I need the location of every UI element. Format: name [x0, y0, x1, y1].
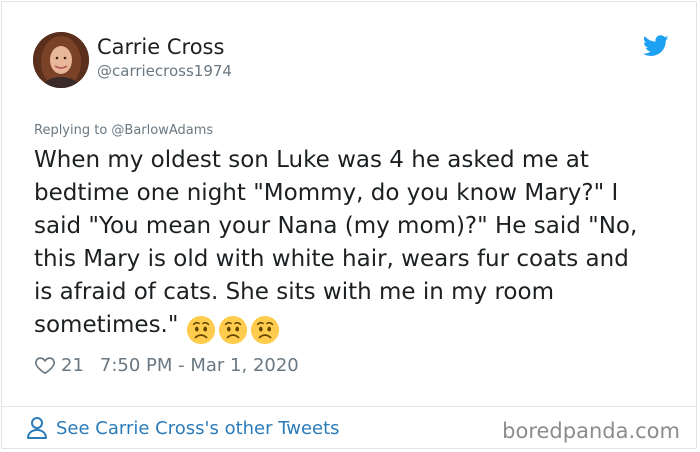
like-count[interactable]: 21 — [61, 355, 84, 376]
tweet-text-last: sometimes." — [34, 312, 179, 338]
tweet-text-line: this Mary is old with white hair, wears … — [34, 246, 629, 272]
emoji-group — [186, 313, 282, 346]
tweet-text-line: When my oldest son Luke was 4 he asked m… — [34, 147, 589, 173]
person-icon — [27, 417, 47, 439]
tweet-text-line: sometimes." — [34, 309, 674, 346]
tweet-text: When my oldest son Luke was 4 he asked m… — [34, 144, 674, 346]
divider — [2, 406, 696, 407]
author-name[interactable]: Carrie Cross — [97, 35, 224, 59]
avatar[interactable] — [33, 32, 89, 88]
worried-face-icon — [219, 315, 248, 344]
worried-face-icon — [251, 315, 280, 344]
see-other-tweets-link[interactable]: See Carrie Cross's other Tweets — [26, 416, 340, 440]
tweet-text-line: said "You mean your Nana (my mom)?" He s… — [34, 213, 638, 239]
worried-face-icon — [187, 315, 216, 344]
timestamp[interactable]: 7:50 PM - Mar 1, 2020 — [100, 355, 299, 376]
tweet-meta: 21 7:50 PM - Mar 1, 2020 — [34, 354, 299, 376]
twitter-bird-icon[interactable] — [643, 35, 669, 57]
tweet-card: Carrie Cross @carriecross1974 Replying t… — [1, 1, 697, 449]
tweet-text-line: bedtime one night "Mommy, do you know Ma… — [34, 180, 619, 206]
tweet-text-line: is afraid of cats. She sits with me in m… — [34, 279, 554, 305]
author-handle[interactable]: @carriecross1974 — [97, 62, 232, 80]
replying-to[interactable]: Replying to @BarlowAdams — [34, 123, 213, 138]
watermark-logo: boredpanda.com — [502, 419, 680, 443]
heart-icon[interactable] — [34, 354, 56, 376]
see-other-tweets-label[interactable]: See Carrie Cross's other Tweets — [56, 418, 340, 439]
